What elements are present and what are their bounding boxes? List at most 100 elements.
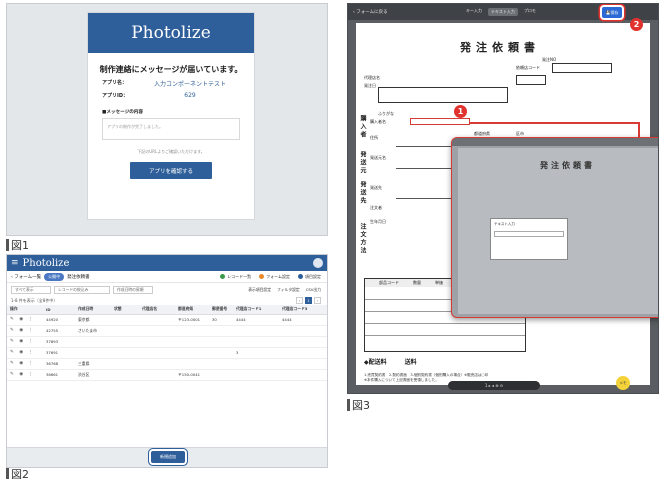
editor-toolbar: ‹ フォームに戻る キー入力 テキスト入力 プロモ 💾 保存 xyxy=(348,4,658,20)
table-cell: 30 xyxy=(209,314,233,326)
filter-settings-button[interactable]: フィルタ設定 xyxy=(277,287,300,293)
promo-tool[interactable]: プロモ xyxy=(524,8,536,16)
save-button[interactable]: 💾 保存 xyxy=(602,7,622,18)
table-row[interactable]: ✎ ◉ ⋮ 44920 東京都 〒123-0001 30 4444 4444 xyxy=(7,314,327,326)
part-code-header: 部品コード xyxy=(379,280,399,285)
table-cell xyxy=(111,347,139,359)
key-input-tool[interactable]: キー入力 xyxy=(466,8,482,16)
hamburger-icon[interactable]: ≡ xyxy=(11,258,19,268)
form-settings-tab[interactable]: フォーム設定 xyxy=(259,274,290,280)
memo-button[interactable]: メモ xyxy=(616,376,630,390)
column-header[interactable]: 郵便番号 xyxy=(209,305,233,315)
records-table-body: ✎ ◉ ⋮ 44920 東京都 〒123-0001 30 4444 4444 ✎ ◉ ⋮ 427… xyxy=(7,314,327,381)
column-header[interactable]: 操作 xyxy=(7,305,43,315)
table-cell: 渋谷区 xyxy=(75,369,111,381)
parts-row[interactable] xyxy=(365,335,525,336)
search-input[interactable]: レコードの絞込み xyxy=(54,286,110,294)
table-row[interactable]: ✎ ◉ ⋮ 42755 さいたま市 xyxy=(7,325,327,337)
table-cell: 37893 xyxy=(43,336,75,348)
order-number-grid[interactable] xyxy=(552,63,612,73)
prev-page-button[interactable]: ‹ xyxy=(296,297,303,304)
table-cell xyxy=(111,314,139,326)
callout-badge-2: 2 xyxy=(630,18,643,31)
figure-1-label-text: 図1 xyxy=(11,239,29,252)
message-body: アプリの制作が完了しました。 xyxy=(102,118,240,140)
sort-select[interactable]: 作成日時の昇順 xyxy=(113,286,153,294)
figure-3-label: 図3 xyxy=(347,397,370,413)
preview-title: 発注依頼書 xyxy=(540,160,595,170)
furigana-label: ふりがな xyxy=(378,111,394,116)
back-to-form-link[interactable]: ‹ フォームに戻る xyxy=(353,9,388,15)
shipping-fee-label: ◆配送料 送料 xyxy=(364,359,417,366)
row-actions[interactable]: ✎ ◉ ⋮ xyxy=(7,358,43,370)
text-input-dialog: テキスト入力 xyxy=(490,218,568,260)
message-section-title: ■メッセージの内容 xyxy=(102,110,143,115)
table-cell: 東京都 xyxy=(75,314,111,326)
next-page-button[interactable]: › xyxy=(314,297,321,304)
quantity-header: 数量 xyxy=(413,280,421,285)
table-cell xyxy=(209,325,233,337)
list-tools: 表示項目設定 フィルタ設定 CSV出力 xyxy=(248,287,327,293)
row-actions[interactable]: ✎ ◉ ⋮ xyxy=(7,336,43,348)
display-columns-button[interactable]: 表示項目設定 xyxy=(248,287,271,293)
table-row[interactable]: ✎ ◉ ⋮ 37893 xyxy=(7,336,327,348)
field-settings-tab[interactable]: 項目設定 xyxy=(298,274,321,280)
row-actions[interactable]: ✎ ◉ ⋮ xyxy=(7,369,43,381)
text-input-tool[interactable]: テキスト入力 xyxy=(488,8,518,16)
dialog-title: テキスト入力 xyxy=(494,222,515,226)
table-cell xyxy=(111,369,139,381)
column-header[interactable]: 都道府県 xyxy=(175,305,209,315)
preview-document: 発注依頼書 テキスト入力 xyxy=(458,148,658,314)
row-actions[interactable]: ✎ ◉ ⋮ xyxy=(7,325,43,337)
preview-toolbar xyxy=(452,138,658,146)
dialog-text-input[interactable] xyxy=(494,231,564,237)
order-method-section-label: 注文方法 xyxy=(359,223,366,255)
row-actions[interactable]: ✎ ◉ ⋮ xyxy=(7,314,43,326)
new-record-button[interactable]: 新規追加 xyxy=(151,451,185,463)
check-app-button[interactable]: アプリを確認する xyxy=(130,162,212,179)
sender-name-label: 発送元名 xyxy=(370,155,386,160)
label-bar xyxy=(347,399,350,411)
row-actions[interactable]: ✎ ◉ ⋮ xyxy=(7,347,43,359)
table-cell: 4444 xyxy=(279,314,327,326)
parts-row[interactable] xyxy=(365,323,525,324)
column-header[interactable]: ID xyxy=(43,305,75,315)
avatar[interactable] xyxy=(313,258,323,268)
back-to-forms-link[interactable]: ‹ フォーム一覧 xyxy=(11,274,41,280)
app-header: ≡ Photolize xyxy=(7,255,327,271)
column-header[interactable]: 代理店名 xyxy=(139,305,175,315)
table-cell: 三重県 xyxy=(75,358,111,370)
display-select[interactable]: すべて表示 xyxy=(11,286,51,294)
table-row[interactable]: ✎ ◉ ⋮ 37691 3 xyxy=(7,347,327,359)
figure-3-label-text: 図3 xyxy=(352,399,370,412)
table-row[interactable]: ✎ ◉ ⋮ 36768 三重県 xyxy=(7,358,327,370)
zoom-control[interactable]: 1 ▸ ◂ ⊕ ⊖ xyxy=(448,381,540,390)
email-brand-header: Photolize xyxy=(88,13,254,53)
table-cell: 4444 xyxy=(233,314,279,326)
records-table: 操作 ID 作成日時 状態 代理店名 都道府県 郵便番号 代理店コード1 代理店… xyxy=(7,305,327,381)
date-grid[interactable] xyxy=(378,87,508,103)
table-cell xyxy=(279,325,327,337)
column-header[interactable]: 状態 xyxy=(111,305,139,315)
agency-name-label: 代理店名 xyxy=(364,75,380,80)
record-list-tab[interactable]: レコード一覧 xyxy=(220,274,251,280)
column-header[interactable]: 作成日時 xyxy=(75,305,111,315)
table-row[interactable]: ✎ ◉ ⋮ 36661 渋谷区 〒150-0041 xyxy=(7,369,327,381)
agency-code-grid[interactable] xyxy=(516,75,546,85)
table-cell xyxy=(209,358,233,370)
table-cell xyxy=(279,336,327,348)
purchaser-name-field[interactable] xyxy=(410,118,470,125)
app-id-row: アプリID： 629 xyxy=(102,92,254,99)
table-cell xyxy=(139,347,175,359)
app-id-value: 629 xyxy=(184,92,196,99)
column-header[interactable]: 代理店コード1 xyxy=(233,305,279,315)
csv-export-button[interactable]: CSV出力 xyxy=(306,287,321,293)
document-title: 発注依頼書 xyxy=(460,41,540,54)
table-cell xyxy=(175,336,209,348)
table-cell: 37691 xyxy=(43,347,75,359)
unit-price-header: 単価 xyxy=(435,280,443,285)
birthdate-label: 生年月日 xyxy=(370,219,386,224)
page-1-button[interactable]: 1 xyxy=(305,297,312,304)
figure-1-label: 図1 xyxy=(6,237,29,253)
column-header[interactable]: 代理店コード3 xyxy=(279,305,327,315)
